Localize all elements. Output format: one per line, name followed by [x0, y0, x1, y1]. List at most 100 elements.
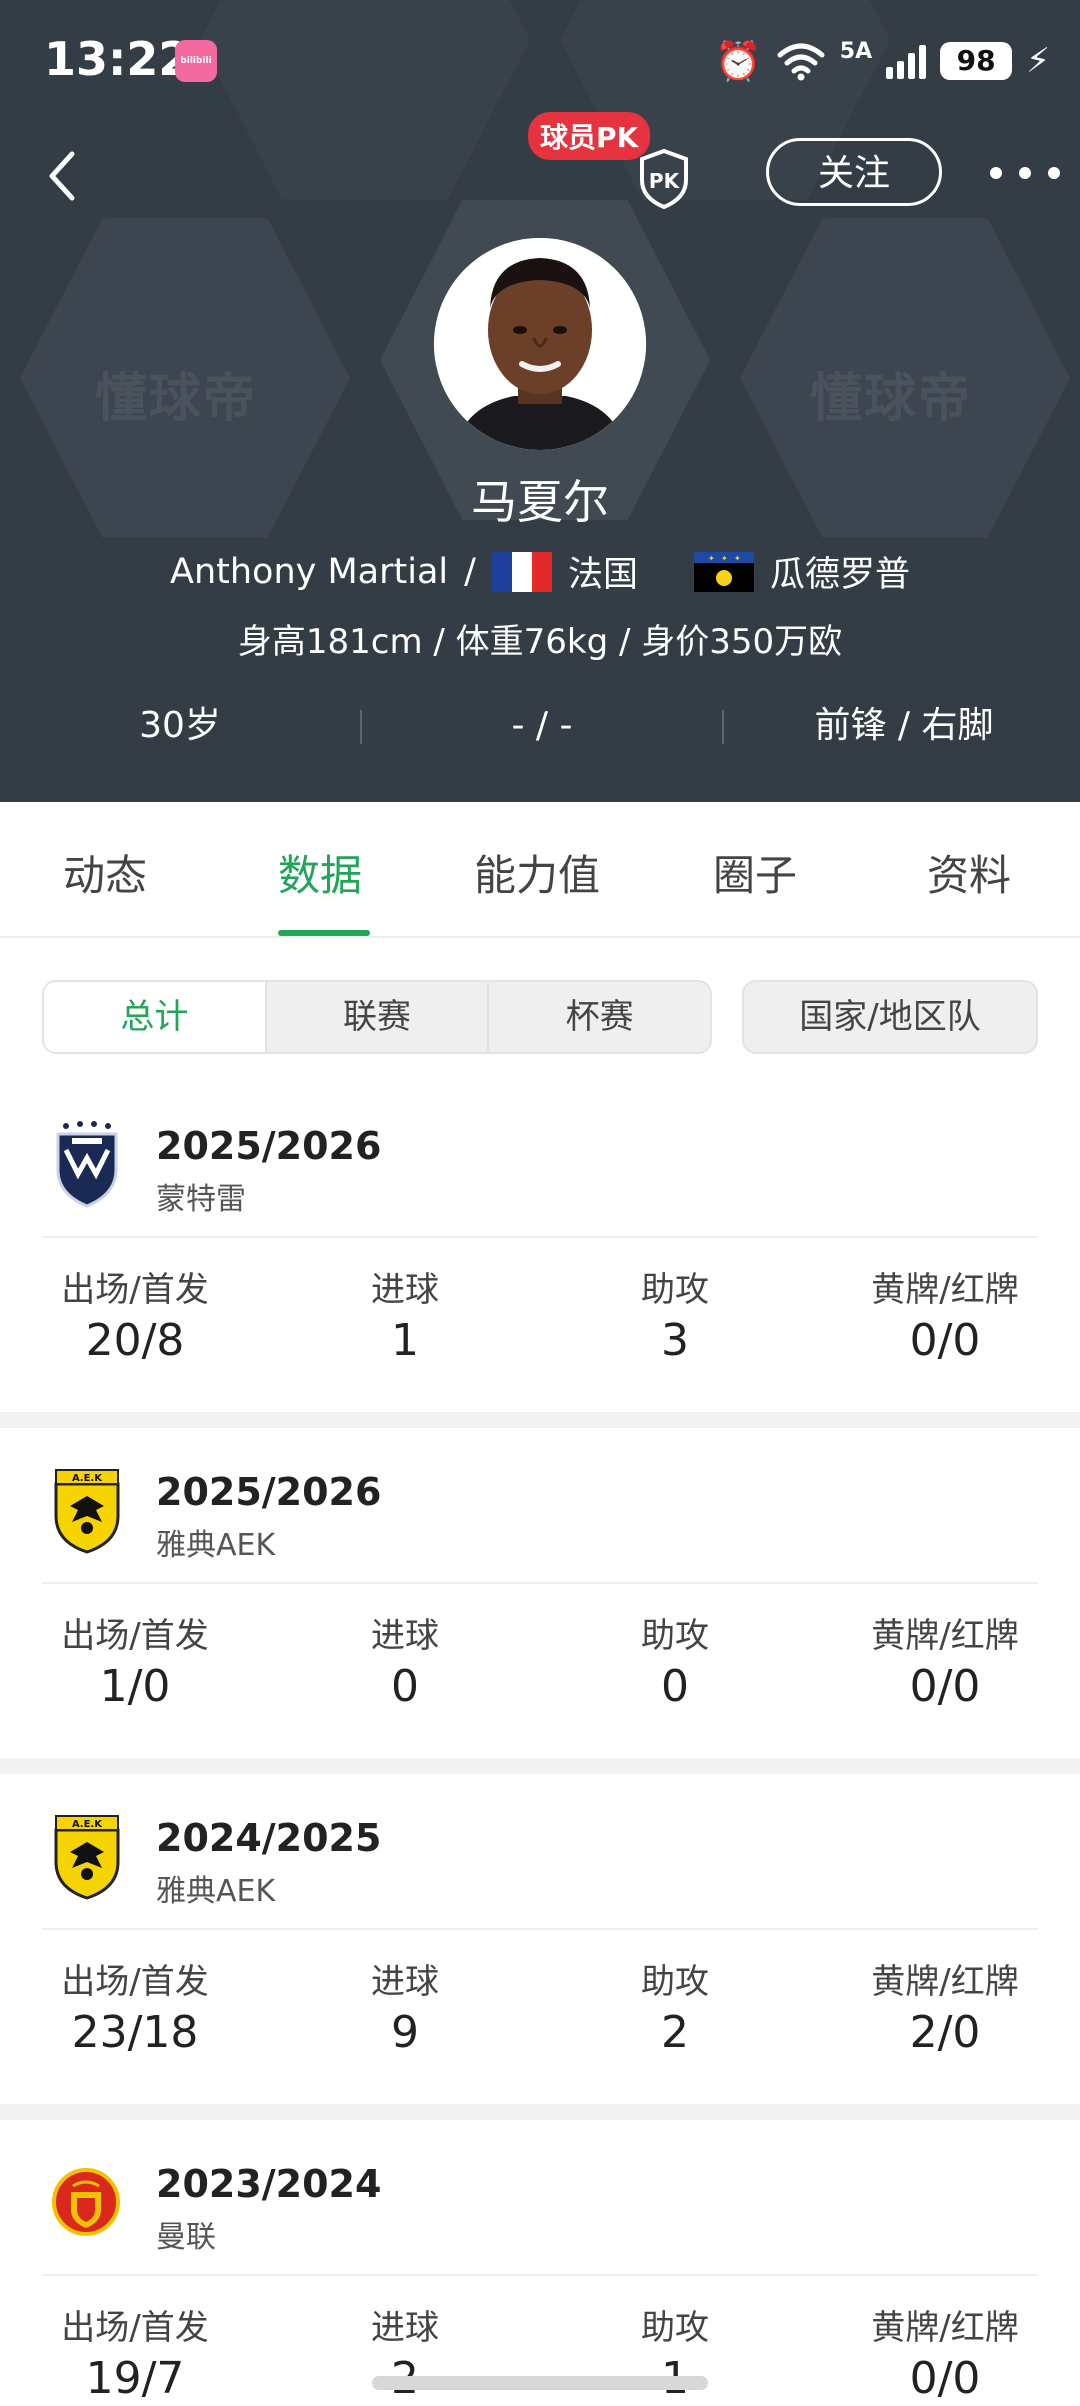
season-card[interactable]: 2025/2026 蒙特雷 出场/首发 20/8 进球 1 助攻 3 黄牌/红牌… [0, 1090, 1080, 1420]
svg-text:Α.Ε.Κ: Α.Ε.Κ [72, 1473, 103, 1484]
tab-profile[interactable]: 资料 [927, 842, 1011, 903]
player-avatar [434, 238, 646, 450]
player-age: 30岁 [139, 705, 221, 746]
stat-value: 20/8 [85, 1315, 185, 1366]
stat-value: 0/0 [909, 1315, 981, 1366]
france-flag-icon [491, 551, 552, 592]
club-name: 雅典AEK [156, 1874, 276, 1909]
season-year: 2023/2024 [156, 2162, 382, 2206]
active-tab-indicator [278, 930, 370, 936]
pk-shield-icon: PK [640, 148, 688, 210]
club-name: 蒙特雷 [156, 1182, 246, 1217]
stat-label: 助攻 [641, 1962, 709, 2002]
stat-apps: 出场/首发 20/8 [0, 1262, 270, 1366]
player-photo [434, 238, 646, 450]
divider [42, 1928, 1038, 1930]
filter-national-team[interactable]: 国家/地区队 [742, 980, 1038, 1054]
stat-label: 进球 [371, 1962, 439, 2002]
stat-apps: 出场/首发 23/18 [0, 1954, 270, 2058]
monterrey-crest-icon [56, 1121, 118, 1208]
wifi-icon [777, 43, 825, 81]
tab-data[interactable]: 数据 [278, 842, 362, 903]
stat-cards: 黄牌/红牌 0/0 [810, 1262, 1080, 1366]
card-separator [0, 1412, 1080, 1428]
stat-label: 助攻 [641, 1270, 709, 1310]
season-year: 2024/2025 [156, 1816, 382, 1860]
stat-label: 进球 [371, 1616, 439, 1656]
player-number: - / - [511, 705, 573, 746]
player-nation[interactable]: 法国 [568, 546, 638, 597]
guadeloupe-flag-icon: ✦ ✦ ✦ [693, 551, 754, 592]
svg-text:Α.Ε.Κ: Α.Ε.Κ [72, 1819, 103, 1830]
chevron-left-icon [49, 151, 75, 201]
stat-label: 黄牌/红牌 [871, 1616, 1019, 1656]
network-type: 5A [839, 38, 873, 64]
stat-label: 黄牌/红牌 [871, 2308, 1019, 2348]
divider [42, 1236, 1038, 1238]
card-separator [0, 1758, 1080, 1774]
stat-assists: 助攻 3 [540, 1262, 810, 1366]
club-name: 雅典AEK [156, 1528, 276, 1563]
svg-text:✦: ✦ [708, 554, 715, 563]
status-bar: 13:22 bilibili ⏰ 5A 98 ⚡ [0, 0, 1080, 120]
season-card[interactable]: Α.Ε.Κ 2024/2025 雅典AEK 出场/首发 23/18 进球 9 助… [0, 1782, 1080, 2112]
stat-value: 0 [661, 1661, 689, 1712]
aek-crest-icon: Α.Ε.Κ [54, 1469, 120, 1554]
season-year: 2025/2026 [156, 1124, 382, 1168]
card-separator [0, 2104, 1080, 2120]
charging-icon: ⚡ [1026, 41, 1050, 81]
season-year: 2025/2026 [156, 1470, 382, 1514]
stat-value: 23/18 [71, 2007, 199, 2058]
watermark-left: 懂球帝 [95, 369, 258, 429]
stat-label: 助攻 [641, 2308, 709, 2348]
follow-button[interactable]: 关注 [766, 138, 942, 206]
player-info-line: Anthony Martial / 法国 ✦ ✦ ✦ 瓜德罗普 [0, 546, 1080, 597]
player-header: 懂球帝 懂球帝 13:22 bilibili ⏰ 5A 98 ⚡ 球员PK PK… [0, 0, 1080, 802]
stat-goals: 进球 9 [270, 1954, 540, 2058]
stat-label: 进球 [371, 2308, 439, 2348]
player-pk-button[interactable]: 球员PK PK [528, 112, 698, 212]
stat-label: 助攻 [641, 1616, 709, 1656]
tab-feed[interactable]: 动态 [63, 842, 147, 903]
season-card[interactable]: Α.Ε.Κ 2025/2026 雅典AEK 出场/首发 1/0 进球 0 助攻 … [0, 1436, 1080, 1766]
player-region[interactable]: 瓜德罗普 [770, 546, 910, 597]
divider [42, 2274, 1038, 2276]
filter-league[interactable]: 联赛 [267, 982, 490, 1052]
stat-value: 1/0 [99, 1661, 171, 1712]
stat-assists: 助攻 0 [540, 1608, 810, 1712]
status-icons: ⏰ 5A 98 ⚡ [714, 36, 1050, 86]
manutd-crest-icon [52, 2168, 120, 2236]
stat-value: 3 [661, 1315, 689, 1366]
stat-cards: 黄牌/红牌 0/0 [810, 2300, 1080, 2404]
stat-label: 出场/首发 [61, 1270, 209, 1310]
stat-value: 2/0 [909, 2007, 981, 2058]
stat-cards: 黄牌/红牌 2/0 [810, 1954, 1080, 2058]
tab-circle[interactable]: 圈子 [713, 842, 797, 903]
stat-value: 0/0 [909, 1661, 981, 1712]
stat-value: 0/0 [909, 2353, 981, 2404]
club-name: 曼联 [156, 2220, 216, 2255]
filter-total[interactable]: 总计 [44, 982, 267, 1052]
stat-label: 黄牌/红牌 [871, 1270, 1019, 1310]
more-options-icon[interactable] [990, 148, 1060, 198]
divider [42, 1582, 1038, 1584]
season-card[interactable]: 2023/2024 曼联 出场/首发 19/7 进球 2 助攻 1 黄牌/红牌 … [0, 2128, 1080, 2406]
bilibili-icon: bilibili [175, 40, 217, 82]
stat-value: 2 [661, 2007, 689, 2058]
back-button[interactable] [40, 140, 90, 210]
stat-label: 出场/首发 [61, 2308, 209, 2348]
status-time: 13:22 [44, 32, 191, 86]
watermark-right: 懂球帝 [810, 369, 973, 429]
player-physical: 身高181cm / 体重76kg / 身价350万欧 [237, 622, 843, 662]
stat-cards: 黄牌/红牌 0/0 [810, 1608, 1080, 1712]
svg-text:✦: ✦ [721, 554, 728, 563]
stat-goals: 进球 0 [270, 1608, 540, 1712]
stat-label: 出场/首发 [61, 1962, 209, 2002]
tab-ratings[interactable]: 能力值 [474, 842, 600, 903]
tab-bar: 动态 数据 能力值 圈子 资料 [0, 802, 1080, 938]
stat-label: 黄牌/红牌 [871, 1962, 1019, 2002]
stat-apps: 出场/首发 1/0 [0, 1608, 270, 1712]
stat-value: 0 [391, 1661, 419, 1712]
filter-cup[interactable]: 杯赛 [489, 982, 710, 1052]
stat-assists: 助攻 2 [540, 1954, 810, 2058]
